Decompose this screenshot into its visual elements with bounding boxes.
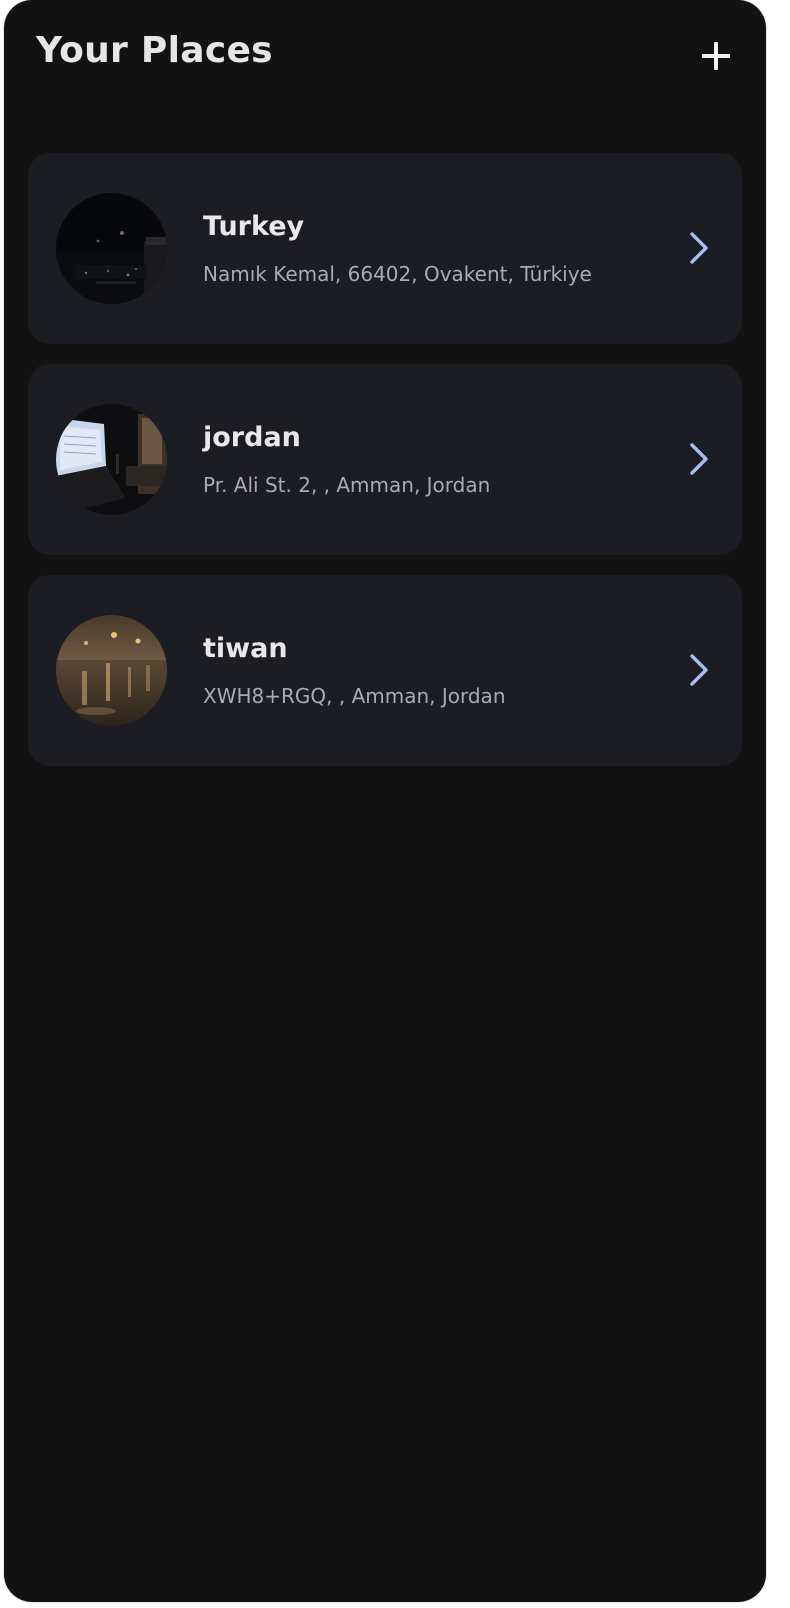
chevron-right-icon xyxy=(690,443,708,475)
place-address: XWH8+RGQ, , Amman, Jordan xyxy=(203,684,506,708)
app-screen: Your Places Turkey Namık Kemal, 66402, O… xyxy=(4,0,766,1602)
place-thumbnail xyxy=(56,193,167,304)
place-list-item[interactable]: jordan Pr. Ali St. 2, , Amman, Jordan xyxy=(28,364,742,555)
chevron-right-icon xyxy=(690,654,708,686)
chevron-right-icon xyxy=(690,232,708,264)
places-list: Turkey Namık Kemal, 66402, Ovakent, Türk… xyxy=(28,153,742,786)
place-thumbnail xyxy=(56,615,167,726)
place-title: jordan xyxy=(203,422,301,453)
plus-icon xyxy=(702,42,730,70)
app-bar: Your Places xyxy=(4,0,766,110)
place-title: Turkey xyxy=(203,211,305,242)
place-title: tiwan xyxy=(203,633,288,664)
place-list-item[interactable]: Turkey Namık Kemal, 66402, Ovakent, Türk… xyxy=(28,153,742,344)
place-address: Namık Kemal, 66402, Ovakent, Türkiye xyxy=(203,262,592,286)
place-list-item[interactable]: tiwan XWH8+RGQ, , Amman, Jordan xyxy=(28,575,742,766)
place-thumbnail xyxy=(56,404,167,515)
add-place-button[interactable] xyxy=(694,34,738,78)
page-title: Your Places xyxy=(36,30,273,71)
place-address: Pr. Ali St. 2, , Amman, Jordan xyxy=(203,473,491,497)
